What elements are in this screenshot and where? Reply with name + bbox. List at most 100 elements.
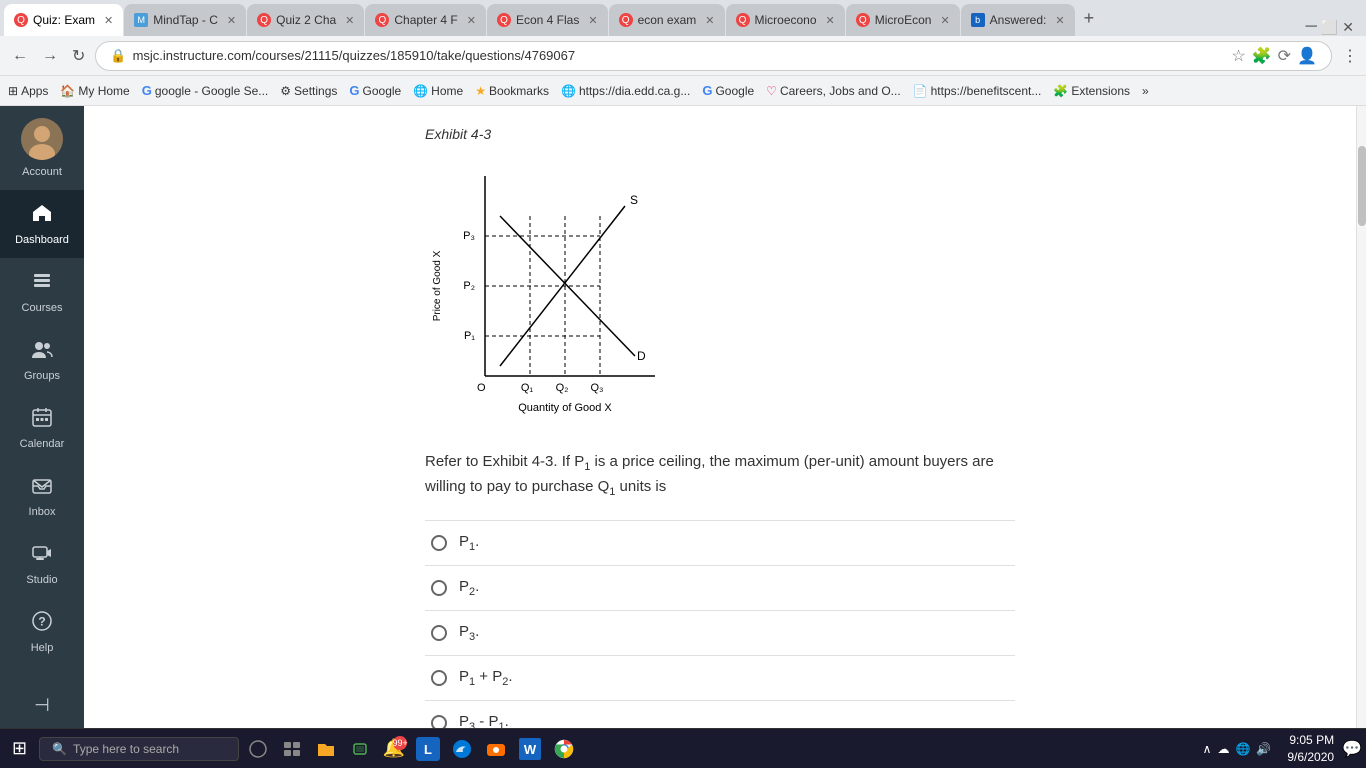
tab-title: Microecono — [755, 13, 817, 27]
svg-text:L: L — [424, 742, 432, 757]
radio-p3minusp1[interactable] — [431, 715, 447, 728]
minimize-button[interactable]: ─ — [1305, 18, 1316, 36]
tab-econexam[interactable]: Q econ exam ✕ — [609, 4, 725, 36]
tray-speaker-icon[interactable]: 🔊 — [1256, 742, 1271, 756]
tab-title: econ exam — [638, 13, 697, 27]
tab-microecono[interactable]: Q Microecono ✕ — [726, 4, 845, 36]
tab-close-icon[interactable]: ✕ — [826, 14, 835, 27]
tab-close-icon[interactable]: ✕ — [345, 14, 354, 27]
radio-p1plusp2[interactable] — [431, 670, 447, 686]
tab-quiz-exam[interactable]: Q Quiz: Exam ✕ — [4, 4, 123, 36]
sidebar-item-dashboard[interactable]: Dashboard — [0, 190, 84, 258]
tab-mindtap[interactable]: M MindTap - C ✕ — [124, 4, 246, 36]
taskbar-edge[interactable] — [447, 734, 477, 764]
svg-text:Q₁: Q₁ — [521, 382, 534, 394]
bookmark-myhome[interactable]: 🏠 My Home — [60, 84, 129, 98]
extension-icon[interactable]: 🧩 — [1252, 46, 1272, 66]
taskbar-security[interactable] — [345, 734, 375, 764]
sidebar-item-inbox[interactable]: Inbox — [0, 462, 84, 530]
start-button[interactable]: ⊞ — [4, 734, 35, 763]
bookmark-google-search[interactable]: G google - Google Se... — [142, 83, 269, 98]
bookmark-careers[interactable]: ♡ Careers, Jobs and O... — [766, 84, 901, 98]
bookmark-google2[interactable]: G Google — [702, 83, 754, 98]
taskbar-l-app[interactable]: L — [413, 734, 443, 764]
tab-answered[interactable]: b Answered: ✕ — [961, 4, 1075, 36]
sidebar-bottom: ⊣ — [0, 683, 84, 728]
taskbar-notifications[interactable]: 🔔 99+ — [379, 734, 409, 764]
taskbar-chrome[interactable] — [549, 734, 579, 764]
clock-date: 9/6/2020 — [1287, 749, 1334, 766]
taskbar-game[interactable] — [481, 734, 511, 764]
taskbar-search[interactable]: 🔍 Type here to search — [39, 737, 239, 761]
tray-network-icon: 🌐 — [1235, 742, 1250, 756]
taskbar-file-explorer[interactable] — [311, 734, 341, 764]
back-button[interactable]: ← — [8, 43, 32, 69]
sidebar-item-account[interactable]: Account — [0, 106, 84, 190]
tab-close-icon[interactable]: ✕ — [940, 14, 949, 27]
radio-p2[interactable] — [431, 580, 447, 596]
taskbar-task-view[interactable] — [277, 734, 307, 764]
scrollbar-thumb[interactable] — [1358, 146, 1366, 226]
address-bar-icons: ☆ 🧩 ⟳ 👤 — [1231, 46, 1317, 66]
svg-text:P₃: P₃ — [463, 230, 475, 242]
tab-close-icon[interactable]: ✕ — [104, 14, 113, 27]
answer-option-p3[interactable]: P3. — [425, 611, 1015, 656]
profile-icon[interactable]: 👤 — [1297, 46, 1317, 66]
bookmark-more[interactable]: » — [1142, 84, 1149, 98]
taskbar-cortana[interactable] — [243, 734, 273, 764]
reload-button[interactable]: ↻ — [68, 42, 89, 70]
taskbar-clock[interactable]: 9:05 PM 9/6/2020 — [1287, 732, 1334, 766]
menu-button[interactable]: ⋮ — [1342, 46, 1358, 66]
sidebar-item-studio[interactable]: Studio — [0, 530, 84, 598]
taskbar-right: ∧ ☁ 🌐 🔊 9:05 PM 9/6/2020 💬 — [1195, 732, 1362, 766]
answer-option-p3minusp1[interactable]: P3 - P1. — [425, 701, 1015, 728]
tab-econ4[interactable]: Q Econ 4 Flas ✕ — [487, 4, 608, 36]
radio-p1[interactable] — [431, 535, 447, 551]
tab-close-icon[interactable]: ✕ — [1055, 14, 1064, 27]
radio-p3[interactable] — [431, 625, 447, 641]
answer-label-p1plusp2: P1 + P2. — [459, 668, 513, 688]
sidebar-item-groups[interactable]: Groups — [0, 326, 84, 394]
tray-up-arrow[interactable]: ∧ — [1203, 742, 1212, 756]
star-icon[interactable]: ☆ — [1231, 46, 1245, 66]
tab-chapter4[interactable]: Q Chapter 4 F ✕ — [365, 4, 486, 36]
tab-close-icon[interactable]: ✕ — [467, 14, 476, 27]
bookmark-extensions[interactable]: 🧩 Extensions — [1053, 84, 1130, 98]
sidebar-item-courses[interactable]: Courses — [0, 258, 84, 326]
tab-close-icon[interactable]: ✕ — [588, 14, 597, 27]
maximize-button[interactable]: ⬜ — [1321, 19, 1338, 36]
tab-microecon[interactable]: Q MicroEcon ✕ — [846, 4, 960, 36]
bookmark-home[interactable]: 🌐 Home — [413, 84, 463, 98]
close-button[interactable]: ✕ — [1342, 19, 1354, 36]
bookmark-google[interactable]: G Google — [349, 83, 401, 98]
taskbar-word[interactable]: W — [515, 734, 545, 764]
sidebar-collapse-button[interactable]: ⊣ — [0, 683, 84, 728]
sync-icon[interactable]: ⟳ — [1278, 46, 1291, 66]
scroll-container[interactable]: Exhibit 4-3 — [84, 106, 1356, 728]
svg-text:P₂: P₂ — [463, 280, 475, 292]
sidebar-item-help[interactable]: ? Help — [0, 598, 84, 666]
tab-close-icon[interactable]: ✕ — [227, 14, 236, 27]
sidebar-item-calendar[interactable]: Calendar — [0, 394, 84, 462]
answer-option-p2[interactable]: P2. — [425, 566, 1015, 611]
tab-quiz2[interactable]: Q Quiz 2 Cha ✕ — [247, 4, 364, 36]
bookmark-edd[interactable]: 🌐 https://dia.edd.ca.g... — [561, 84, 690, 98]
tab-close-icon[interactable]: ✕ — [705, 14, 714, 27]
answer-option-p1plusp2[interactable]: P1 + P2. — [425, 656, 1015, 701]
right-scrollbar[interactable] — [1356, 106, 1366, 728]
chart-container: S D P₃ P₂ P₁ Q₁ Q₂ Q₃ — [425, 156, 1015, 431]
forward-button[interactable]: → — [38, 43, 62, 69]
address-bar[interactable]: 🔒 msjc.instructure.com/courses/21115/qui… — [95, 41, 1332, 71]
studio-icon — [31, 542, 53, 570]
bookmark-bookmarks[interactable]: ★ Bookmarks — [475, 84, 549, 98]
notification-center-icon[interactable]: 💬 — [1342, 739, 1362, 759]
sidebar-item-label: Help — [31, 642, 54, 654]
bookmark-settings[interactable]: ⚙ Settings — [280, 84, 337, 98]
svg-text:Price of Good X: Price of Good X — [432, 250, 443, 321]
bookmark-apps[interactable]: ⊞ Apps — [8, 84, 48, 98]
home-icon — [31, 202, 53, 230]
answer-option-p1[interactable]: P1. — [425, 520, 1015, 566]
bookmark-benefits[interactable]: 📄 https://benefitscent... — [913, 84, 1042, 98]
new-tab-button[interactable]: + — [1076, 2, 1103, 34]
sidebar-item-label: Inbox — [29, 506, 56, 518]
